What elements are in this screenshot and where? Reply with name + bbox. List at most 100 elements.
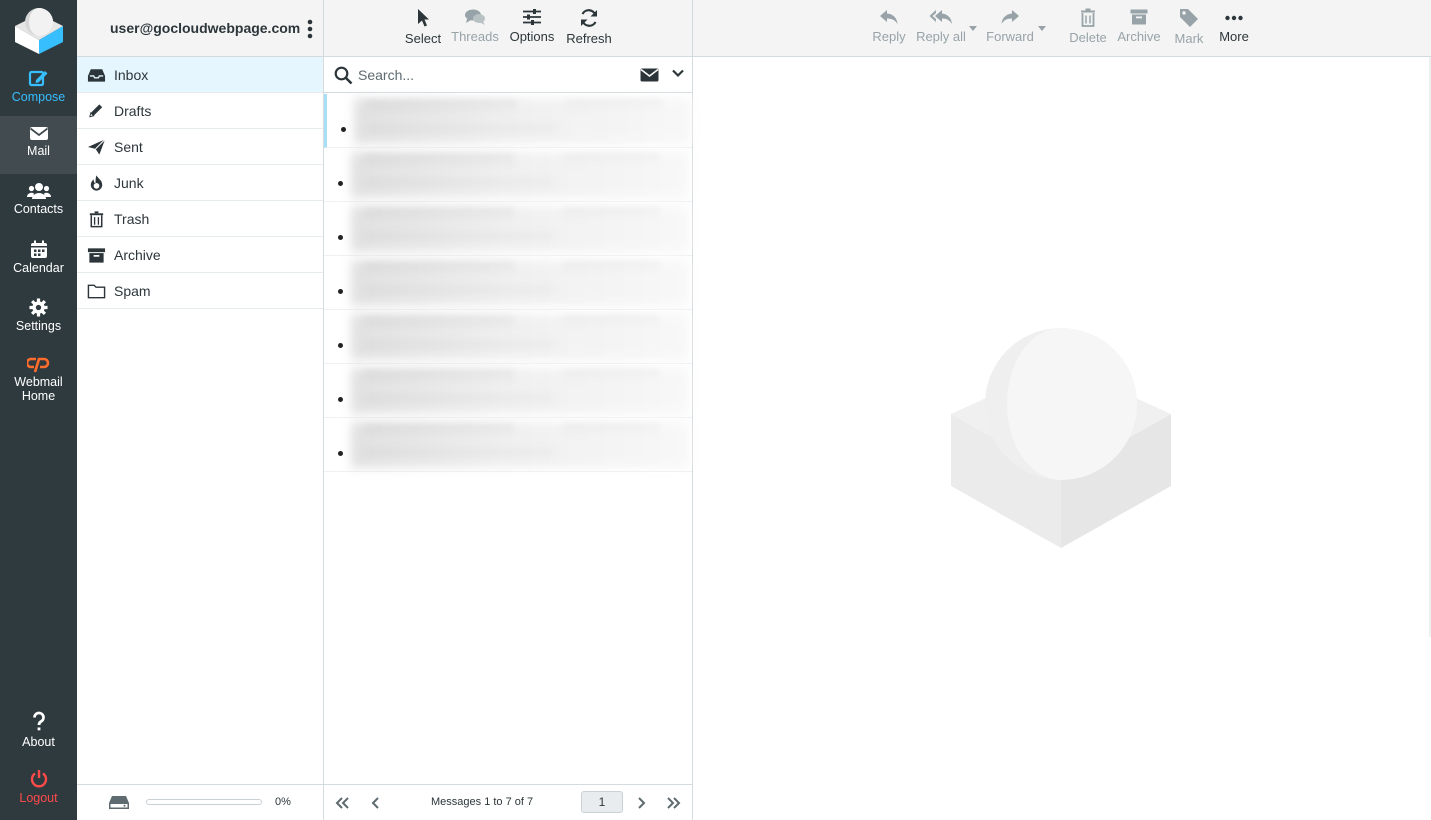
about-button[interactable]: About — [0, 703, 77, 761]
contacts-label: Contacts — [13, 202, 64, 216]
folder-label: Spam — [114, 283, 151, 299]
folder-item-junk[interactable]: Junk — [77, 165, 323, 201]
about-label: About — [22, 735, 55, 749]
message-row[interactable] — [324, 202, 692, 256]
comments-icon — [465, 9, 485, 25]
mail-label: Mail — [27, 144, 50, 158]
folder-label: Inbox — [114, 67, 149, 83]
delete-button[interactable]: Delete — [1067, 0, 1109, 57]
settings-button[interactable]: Settings — [0, 290, 77, 348]
folder-item-sent[interactable]: Sent — [77, 129, 323, 165]
reply-all-dropdown-caret[interactable] — [969, 26, 977, 31]
gear-icon — [29, 298, 48, 317]
reply-all-button[interactable]: Reply all — [915, 0, 967, 57]
page-number-input[interactable]: 1 — [581, 791, 623, 813]
forward-button[interactable]: Forward — [983, 0, 1037, 57]
folder-item-archive[interactable]: Archive — [77, 237, 323, 273]
search-bar — [324, 57, 692, 93]
sliders-icon — [523, 9, 541, 25]
message-toolbar: Reply Reply all Forward Delete Archive M… — [693, 0, 1431, 57]
search-input[interactable] — [358, 64, 628, 86]
options-button[interactable]: Options — [507, 0, 557, 57]
vertical-dots-icon[interactable] — [305, 18, 315, 40]
threads-button[interactable]: Threads — [451, 0, 499, 57]
settings-label: Settings — [15, 319, 62, 333]
unread-bullet — [338, 451, 343, 456]
roundcube-logo[interactable] — [13, 4, 65, 54]
archive-button[interactable]: Archive — [1115, 0, 1163, 57]
logout-button[interactable]: Logout — [0, 761, 77, 819]
blurred-message-preview — [354, 98, 692, 144]
folder-sidebar: user@gocloudwebpage.com Inbox Drafts Sen… — [77, 0, 324, 820]
more-label: More — [1219, 29, 1249, 44]
blurred-message-preview — [351, 314, 689, 360]
select-button[interactable]: Select — [400, 0, 446, 57]
reply-icon — [880, 10, 898, 24]
folder-item-trash[interactable]: Trash — [77, 201, 323, 237]
archive-box-icon — [1130, 9, 1148, 25]
blurred-message-preview — [351, 368, 689, 414]
blurred-message-preview — [351, 152, 689, 198]
cpanel-icon — [26, 357, 49, 373]
folder-label: Sent — [114, 139, 143, 155]
folder-label: Trash — [114, 211, 150, 227]
mark-label: Mark — [1174, 31, 1204, 46]
options-label: Options — [509, 29, 555, 44]
webmail-home-button[interactable]: Webmail Home — [0, 350, 77, 410]
folder-item-inbox[interactable]: Inbox — [77, 57, 323, 93]
message-row[interactable] — [324, 418, 692, 472]
tag-icon — [1180, 9, 1198, 27]
mail-button[interactable]: Mail — [0, 116, 77, 174]
calendar-button[interactable]: Calendar — [0, 232, 77, 290]
folder-list: Inbox Drafts Sent Junk Trash Archive Spa… — [77, 57, 323, 309]
roundcube-watermark-logo — [951, 328, 1171, 548]
forward-dropdown-caret[interactable] — [1038, 26, 1046, 31]
message-row[interactable] — [324, 256, 692, 310]
mark-button[interactable]: Mark — [1169, 0, 1209, 57]
compose-button[interactable]: Compose — [0, 60, 77, 118]
message-row[interactable] — [324, 148, 692, 202]
message-row[interactable] — [324, 364, 692, 418]
compose-label: Compose — [11, 90, 66, 104]
inbox-icon — [87, 69, 106, 82]
forward-label: Forward — [986, 29, 1034, 44]
folder-icon — [87, 284, 106, 299]
webmail-home-label-line2: Home — [21, 389, 56, 403]
search-icon[interactable] — [334, 66, 353, 85]
forward-icon — [1001, 10, 1019, 24]
reply-all-icon — [929, 10, 952, 24]
logout-label: Logout — [19, 791, 58, 805]
webmail-home-label-line1: Webmail — [14, 375, 63, 389]
first-page-icon[interactable] — [334, 795, 350, 811]
select-label: Select — [404, 31, 442, 46]
task-menu: Compose Mail Contacts Calendar Settings … — [0, 0, 77, 820]
message-row[interactable] — [324, 94, 692, 148]
message-row[interactable] — [324, 310, 692, 364]
account-email: user@gocloudwebpage.com — [110, 20, 301, 36]
unread-bullet — [338, 343, 343, 348]
folder-label: Archive — [114, 247, 161, 263]
contacts-button[interactable]: Contacts — [0, 174, 77, 232]
folder-item-drafts[interactable]: Drafts — [77, 93, 323, 129]
refresh-button[interactable]: Refresh — [564, 0, 614, 57]
chevron-down-icon[interactable] — [672, 69, 684, 78]
calendar-label: Calendar — [13, 261, 64, 275]
threads-label: Threads — [451, 29, 499, 44]
last-page-icon[interactable] — [666, 795, 682, 811]
more-button[interactable]: More — [1215, 0, 1253, 57]
pagination-footer: Messages 1 to 7 of 7 1 — [324, 784, 692, 820]
quota-percent: 0% — [275, 796, 291, 808]
trash-icon — [1081, 8, 1095, 27]
sidebar-header: user@gocloudwebpage.com — [77, 0, 323, 57]
reply-label: Reply — [872, 29, 906, 44]
next-page-icon[interactable] — [633, 795, 649, 811]
previous-page-icon[interactable] — [368, 795, 384, 811]
envelope-filter-icon[interactable] — [640, 68, 659, 82]
users-icon — [26, 183, 51, 199]
power-icon — [30, 770, 47, 788]
unread-bullet — [338, 181, 343, 186]
folder-label: Drafts — [114, 103, 152, 119]
reply-button[interactable]: Reply — [869, 0, 909, 57]
compose-icon — [28, 70, 47, 87]
folder-item-spam[interactable]: Spam — [77, 273, 323, 309]
